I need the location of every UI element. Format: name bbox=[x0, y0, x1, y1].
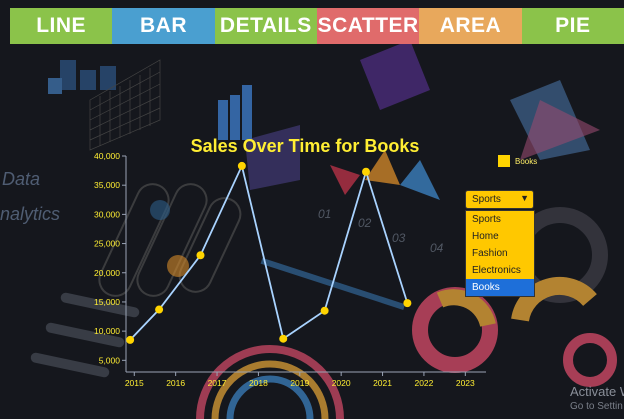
tab-line[interactable]: LINE bbox=[10, 8, 113, 44]
activation-watermark-title: Activate Wi bbox=[570, 384, 624, 399]
tab-area[interactable]: AREA bbox=[419, 8, 522, 44]
chevron-down-icon: ▼ bbox=[520, 193, 529, 203]
option-books[interactable]: Books bbox=[466, 279, 534, 296]
option-electronics[interactable]: Electronics bbox=[466, 262, 534, 279]
chart-title: Sales Over Time for Books bbox=[190, 136, 420, 156]
svg-text:02: 02 bbox=[358, 216, 372, 230]
option-home[interactable]: Home bbox=[466, 228, 534, 245]
tab-area-label: AREA bbox=[439, 14, 502, 37]
legend-label: Books bbox=[515, 156, 538, 166]
tab-scatter[interactable]: SCATTER bbox=[316, 8, 420, 44]
chart-type-nav: LINE BAR DETAILS SCATTER AREA PIE bbox=[10, 8, 624, 44]
tab-bar[interactable]: BAR bbox=[112, 8, 215, 44]
tab-details[interactable]: DETAILS bbox=[214, 8, 317, 44]
tab-bar-label: BAR bbox=[139, 14, 187, 37]
tab-pie[interactable]: PIE bbox=[521, 8, 624, 44]
activation-watermark-subtitle: Go to Settin bbox=[570, 401, 623, 412]
chart-legend: Books bbox=[498, 155, 537, 167]
tab-details-label: DETAILS bbox=[219, 14, 312, 37]
legend-swatch bbox=[498, 155, 510, 167]
svg-text:03: 03 bbox=[392, 231, 406, 245]
category-select-value: Sports bbox=[472, 194, 501, 205]
svg-text:04: 04 bbox=[430, 241, 444, 255]
svg-text:01: 01 bbox=[318, 207, 331, 221]
option-sports[interactable]: Sports bbox=[466, 211, 534, 228]
tab-line-label: LINE bbox=[36, 14, 87, 37]
option-fashion[interactable]: Fashion bbox=[466, 245, 534, 262]
tab-scatter-label: SCATTER bbox=[317, 14, 419, 37]
category-select[interactable]: Sports ▼ bbox=[465, 190, 534, 209]
category-options-list: Sports Home Fashion Electronics Books bbox=[465, 210, 535, 297]
decor-text-analytics: nalytics bbox=[0, 204, 60, 224]
decor-text-data: Data bbox=[2, 169, 40, 189]
tab-pie-label: PIE bbox=[555, 14, 591, 37]
